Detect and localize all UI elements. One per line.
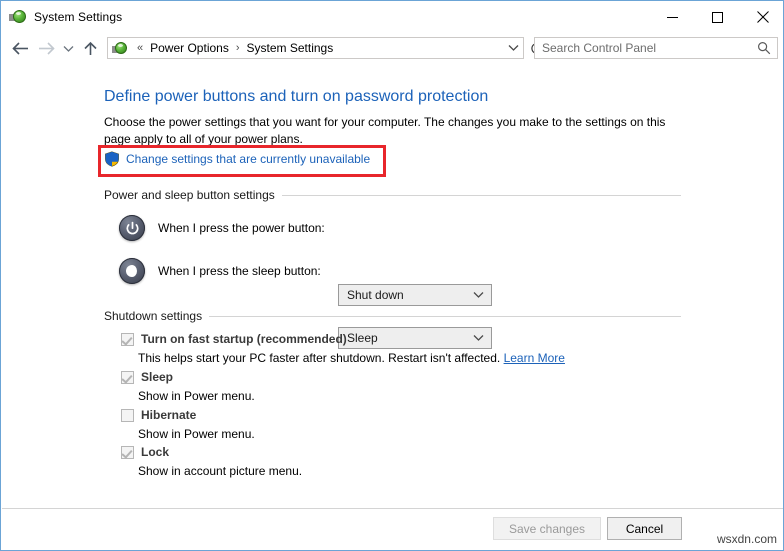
checkbox-label-fast-startup: Turn on fast startup (recommended): [141, 332, 347, 346]
forward-arrow-icon[interactable]: [33, 36, 59, 62]
breadcrumb-item-power-options[interactable]: Power Options: [147, 41, 232, 55]
checkbox-sub-text-fast-startup: This helps start your PC faster after sh…: [138, 351, 501, 365]
title-bar[interactable]: System Settings: [1, 0, 783, 33]
close-button[interactable]: [740, 1, 783, 33]
breadcrumb-overflow[interactable]: «: [133, 42, 147, 54]
watermark: wsxdn.com: [716, 532, 777, 546]
chevron-down-icon[interactable]: [473, 334, 484, 342]
content-area: Define power buttons and turn on passwor…: [1, 66, 783, 508]
checkbox-label-lock: Lock: [141, 445, 170, 459]
power-button-icon: [119, 215, 145, 241]
search-icon[interactable]: [757, 41, 771, 55]
page-title: Define power buttons and turn on passwor…: [104, 88, 489, 105]
sleep-button-action-value: Sleep: [347, 331, 378, 345]
recent-locations-chevron-icon[interactable]: [59, 36, 77, 62]
checkbox-sub-hibernate: Show in Power menu.: [138, 427, 255, 441]
checkbox-sub-fast-startup: This helps start your PC faster after sh…: [138, 351, 565, 365]
chevron-down-icon[interactable]: [473, 291, 484, 299]
minimize-button[interactable]: [650, 1, 695, 33]
address-bar[interactable]: « Power Options › System Settings: [107, 37, 524, 59]
chevron-down-icon[interactable]: [503, 38, 523, 58]
footer-divider: [2, 508, 783, 509]
checkbox-sub-lock: Show in account picture menu.: [138, 464, 303, 478]
page-description: Choose the power settings that you want …: [104, 115, 666, 146]
search-placeholder: Search Control Panel: [542, 41, 657, 55]
checkbox-lock[interactable]: [121, 446, 134, 459]
sleep-button-icon: [119, 258, 145, 284]
checkbox-fast-startup[interactable]: [121, 333, 134, 346]
up-arrow-icon[interactable]: [77, 36, 103, 62]
checkbox-row-hibernate[interactable]: Hibernate: [121, 408, 196, 422]
section-label-shutdown: Shutdown settings: [104, 309, 203, 323]
section-label-power-sleep: Power and sleep button settings: [104, 188, 275, 202]
checkbox-hibernate[interactable]: [121, 409, 134, 422]
section-shutdown-settings: Shutdown settings: [104, 309, 681, 323]
system-settings-window: System Settings « Power Options › System…: [0, 0, 784, 551]
section-power-sleep: Power and sleep button settings: [104, 188, 681, 202]
section-divider: [281, 194, 681, 196]
maximize-button[interactable]: [695, 1, 740, 33]
checkbox-row-lock[interactable]: Lock: [121, 445, 169, 459]
change-settings-link[interactable]: Change settings that are currently unava…: [126, 152, 370, 166]
learn-more-link[interactable]: Learn More: [504, 351, 565, 365]
save-changes-button[interactable]: Save changes: [493, 517, 601, 540]
change-settings-link-row[interactable]: Change settings that are currently unava…: [104, 151, 370, 167]
sleep-button-label: When I press the sleep button:: [158, 264, 321, 278]
sleep-button-setting-row: When I press the sleep button:: [119, 258, 321, 284]
power-button-action-value: Shut down: [347, 288, 404, 302]
power-button-action-select[interactable]: Shut down: [338, 284, 492, 306]
power-options-icon: [112, 40, 129, 57]
checkbox-sub-sleep: Show in Power menu.: [138, 389, 255, 403]
window-title: System Settings: [34, 9, 123, 24]
sleep-button-action-select[interactable]: Sleep: [338, 327, 492, 349]
checkbox-label-hibernate: Hibernate: [141, 408, 197, 422]
checkbox-row-fast-startup[interactable]: Turn on fast startup (recommended): [121, 332, 347, 346]
checkbox-row-sleep[interactable]: Sleep: [121, 370, 173, 384]
checkbox-sleep[interactable]: [121, 371, 134, 384]
power-options-icon: [9, 8, 27, 26]
search-input[interactable]: Search Control Panel: [534, 37, 778, 59]
breadcrumb-item-system-settings[interactable]: System Settings: [244, 41, 337, 55]
back-arrow-icon[interactable]: [7, 36, 33, 62]
uac-shield-icon: [104, 151, 120, 167]
power-button-label: When I press the power button:: [158, 221, 325, 235]
window-controls: [650, 1, 783, 33]
power-button-setting-row: When I press the power button:: [119, 215, 325, 241]
checkbox-label-sleep: Sleep: [141, 370, 174, 384]
cancel-button[interactable]: Cancel: [607, 517, 682, 540]
section-divider: [209, 315, 681, 317]
breadcrumb-separator: ›: [235, 42, 240, 54]
